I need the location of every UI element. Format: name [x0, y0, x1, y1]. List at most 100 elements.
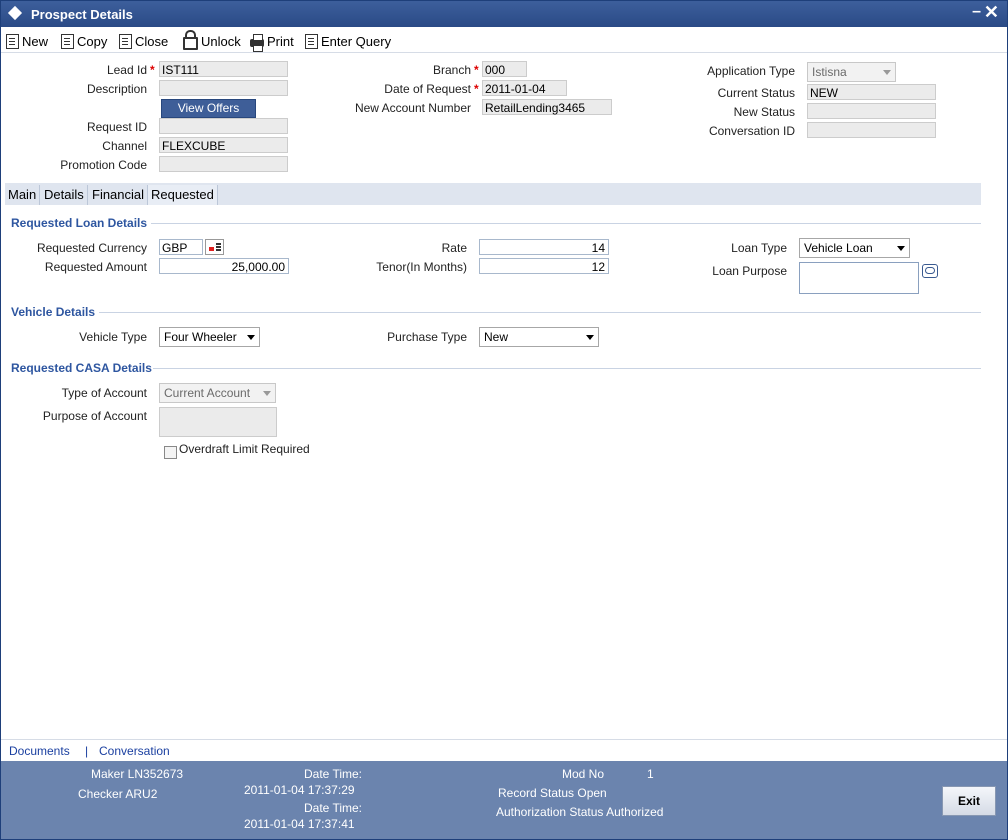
section-divider — [151, 223, 981, 224]
vehicle-type-select[interactable]: Four Wheeler — [159, 327, 260, 347]
link-separator: | — [85, 744, 89, 758]
requested-currency-field[interactable]: GBP — [159, 239, 203, 255]
lead-id-field[interactable]: IST111 — [159, 61, 288, 77]
print-label: Print — [267, 33, 294, 49]
speech-bubble-icon[interactable] — [922, 264, 938, 278]
current-status-field[interactable]: NEW — [807, 84, 936, 100]
branch-label: Branch — [432, 63, 471, 77]
minimize-icon[interactable]: – — [972, 3, 981, 21]
chevron-down-icon — [883, 70, 891, 75]
vehicle-section-heading: Vehicle Details — [11, 305, 96, 319]
channel-label: Channel — [102, 139, 147, 153]
required-mark: * — [474, 63, 479, 77]
maker-text: Maker LN352673 — [91, 767, 184, 781]
purchase-type-value: New — [484, 330, 509, 344]
requested-currency-label: Requested Currency — [36, 241, 147, 255]
conversation-id-field[interactable] — [807, 122, 936, 138]
copy-label: Copy — [77, 33, 108, 49]
new-button[interactable]: New — [6, 32, 48, 50]
unlock-label: Unlock — [201, 33, 241, 49]
close-label: Close — [135, 33, 169, 49]
tab-details[interactable]: Details — [41, 185, 88, 205]
chevron-down-icon — [897, 246, 905, 251]
loan-purpose-textarea[interactable] — [799, 262, 919, 294]
purpose-of-account-textarea[interactable] — [159, 407, 277, 437]
query-icon — [305, 33, 318, 49]
requested-amount-field[interactable]: 25,000.00 — [159, 258, 289, 274]
prospect-details-window: Prospect Details – ✕ New Copy Close Unlo… — [0, 0, 1008, 840]
loan-type-value: Vehicle Loan — [804, 241, 873, 255]
chevron-down-icon — [247, 335, 255, 340]
application-type-select[interactable]: Istisna — [807, 62, 896, 82]
new-label: New — [22, 33, 49, 49]
type-of-account-value: Current Account — [164, 386, 251, 400]
footer-links-bar: Documents | Conversation — [1, 739, 1007, 762]
authorization-status: Authorization Status Authorized — [496, 805, 664, 819]
documents-link[interactable]: Documents — [9, 744, 70, 758]
required-mark: * — [474, 82, 479, 96]
type-of-account-label: Type of Account — [61, 386, 147, 400]
close-document-icon — [119, 33, 132, 49]
casa-section-heading: Requested CASA Details — [11, 361, 152, 375]
promotion-code-label: Promotion Code — [60, 158, 147, 172]
maker-date-time-label: Date Time: — [304, 767, 363, 781]
tab-main[interactable]: Main — [5, 185, 41, 205]
enter-query-label: Enter Query — [321, 33, 392, 49]
loan-purpose-label: Loan Purpose — [712, 264, 787, 278]
type-of-account-select[interactable]: Current Account — [159, 383, 276, 403]
vehicle-type-label: Vehicle Type — [79, 330, 147, 344]
conversation-id-label: Conversation ID — [708, 124, 795, 138]
request-id-field[interactable] — [159, 118, 288, 134]
currency-lookup-icon[interactable] — [205, 239, 224, 255]
purchase-type-label: Purchase Type — [387, 330, 467, 344]
enter-query-button[interactable]: Enter Query — [305, 32, 391, 50]
record-status: Record Status Open — [498, 786, 607, 800]
request-id-label: Request ID — [86, 120, 147, 134]
promotion-code-field[interactable] — [159, 156, 288, 172]
printer-icon — [250, 34, 264, 52]
description-label: Description — [86, 82, 147, 96]
required-mark: * — [150, 63, 155, 77]
rate-field[interactable]: 14 — [479, 239, 609, 255]
audit-status-bar: Maker LN352673 Checker ARU2 Date Time: 2… — [1, 761, 1007, 839]
rate-label: Rate — [441, 241, 467, 255]
date-of-request-label: Date of Request — [384, 82, 471, 96]
view-offers-button[interactable]: View Offers — [161, 99, 256, 118]
print-button[interactable]: Print — [250, 32, 294, 52]
tab-requested[interactable]: Requested — [148, 185, 218, 205]
new-account-number-field[interactable]: RetailLending3465 — [482, 99, 612, 115]
overdraft-label: Overdraft Limit Required — [179, 442, 310, 456]
purchase-type-select[interactable]: New — [479, 327, 599, 347]
purpose-of-account-label: Purpose of Account — [42, 409, 147, 423]
description-field[interactable] — [159, 80, 288, 96]
tenor-field[interactable]: 12 — [479, 258, 609, 274]
close-button[interactable]: Close — [119, 32, 168, 50]
new-status-field[interactable] — [807, 103, 936, 119]
conversation-link[interactable]: Conversation — [99, 744, 170, 758]
date-of-request-field[interactable]: 2011-01-04 — [482, 80, 567, 96]
application-type-value: Istisna — [812, 65, 847, 79]
loan-section-heading: Requested Loan Details — [11, 216, 148, 230]
overdraft-checkbox[interactable] — [164, 446, 177, 459]
vehicle-type-value: Four Wheeler — [164, 330, 237, 344]
lock-icon — [183, 30, 198, 50]
current-status-label: Current Status — [717, 86, 795, 100]
lead-id-label: Lead Id — [106, 63, 147, 77]
exit-button[interactable]: Exit — [942, 786, 996, 816]
title-bar: Prospect Details – ✕ — [1, 1, 1007, 27]
branch-field[interactable]: 000 — [482, 61, 527, 77]
section-divider — [153, 368, 981, 369]
loan-type-label: Loan Type — [731, 241, 787, 255]
maker-date-time: 2011-01-04 17:37:29 — [244, 783, 355, 797]
checker-date-time: 2011-01-04 17:37:41 — [244, 817, 355, 831]
unlock-button[interactable]: Unlock — [183, 30, 241, 50]
window-title: Prospect Details — [31, 7, 133, 22]
requested-amount-label: Requested Amount — [44, 260, 147, 274]
channel-field[interactable]: FLEXCUBE — [159, 137, 288, 153]
copy-icon — [61, 33, 74, 49]
tab-financial[interactable]: Financial — [89, 185, 149, 205]
new-account-number-label: New Account Number — [354, 101, 471, 115]
loan-type-select[interactable]: Vehicle Loan — [799, 238, 910, 258]
copy-button[interactable]: Copy — [61, 32, 107, 50]
close-window-icon[interactable]: ✕ — [984, 2, 999, 23]
